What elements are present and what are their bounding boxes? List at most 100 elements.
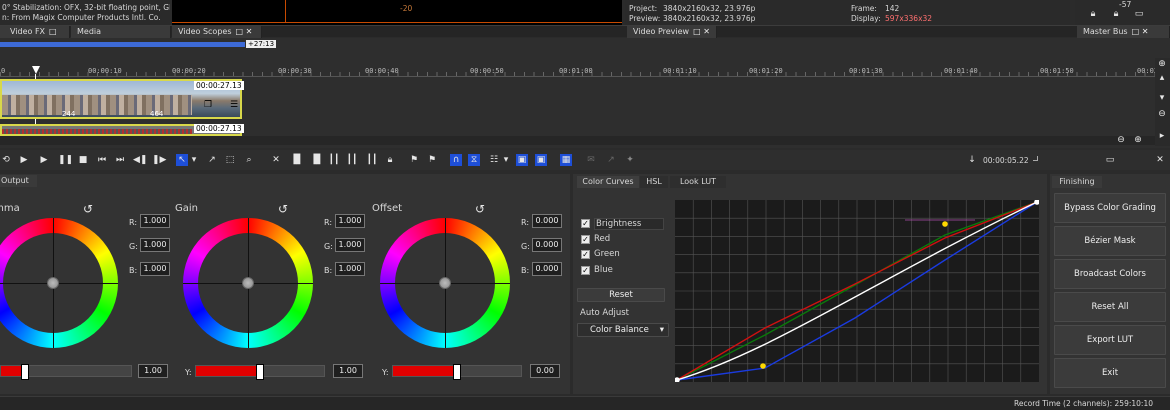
crop-icon[interactable]: ❐: [202, 99, 214, 111]
channel-checkbox[interactable]: ✓: [581, 234, 590, 244]
b-value-field[interactable]: 1.000: [335, 262, 365, 276]
y-value-field[interactable]: 0.00: [530, 364, 560, 378]
normal-edit-tool-icon[interactable]: ↖: [176, 154, 188, 166]
go-to-end-icon[interactable]: ⏭︎: [114, 154, 126, 166]
tab-video-scopes[interactable]: Video Scopes □ ✕: [172, 26, 262, 38]
g-value-field[interactable]: 0.000: [532, 238, 562, 252]
bypass-color-grading-button[interactable]: Bypass Color Grading: [1054, 193, 1166, 223]
close-icon[interactable]: □ ✕: [693, 27, 710, 36]
play-from-start-icon[interactable]: ▶: [18, 154, 30, 166]
slider-thumb[interactable]: [21, 364, 29, 380]
channel-checkbox[interactable]: ✓: [581, 219, 590, 228]
zoom-in-icon[interactable]: ⊕: [1156, 58, 1168, 70]
reset-icon[interactable]: ↺: [277, 203, 289, 215]
marker-icon[interactable]: ⚑: [408, 154, 420, 166]
channel-checkbox[interactable]: ✓: [581, 265, 590, 275]
selection-tool-icon[interactable]: ⬚: [224, 154, 236, 166]
cursor-time[interactable]: 00:00:05.22: [983, 156, 1029, 165]
wheel-knob[interactable]: [47, 277, 59, 289]
wheel-knob[interactable]: [439, 277, 451, 289]
auto-ripple-icon[interactable]: ▦: [560, 154, 572, 166]
b-value-field[interactable]: 1.000: [140, 262, 170, 276]
slider-thumb[interactable]: [256, 364, 264, 380]
envelope-icon[interactable]: ✉: [585, 154, 597, 166]
auto-adjust-dropdown[interactable]: Color Balance ▾: [577, 323, 669, 337]
zoom-in-icon[interactable]: ⊕: [1132, 134, 1144, 146]
vertical-scrollbar[interactable]: ⊕ ▴ ▾ ⊖ ▸: [1155, 58, 1170, 146]
channel-checkbox[interactable]: ✓: [581, 250, 590, 259]
close-icon[interactable]: ✕: [1154, 154, 1166, 166]
exit-button[interactable]: Exit: [1054, 358, 1166, 388]
slider-thumb[interactable]: [453, 364, 461, 380]
tab-media-generators[interactable]: Media Generators▸: [71, 26, 171, 47]
event-lock-icon[interactable]: ┃┃: [366, 154, 378, 166]
zoom-tool-icon[interactable]: ⌕: [243, 154, 255, 166]
tab-video-fx[interactable]: Video FX□ ✕: [0, 26, 70, 47]
zoom-out-icon[interactable]: ⊖: [1156, 108, 1168, 120]
close-icon[interactable]: □ ✕: [236, 27, 253, 36]
trim-end-icon[interactable]: ▐▌: [310, 154, 324, 166]
reset-icon[interactable]: ↺: [474, 203, 486, 215]
tab-hsl[interactable]: HSL: [640, 176, 668, 188]
luminance-slider[interactable]: [195, 364, 325, 380]
audio-clip[interactable]: 00:00:27.13: [0, 124, 244, 136]
b-zier-mask-button[interactable]: Bézier Mask: [1054, 226, 1166, 256]
b-value-field[interactable]: 0.000: [532, 262, 562, 276]
tab-finishing[interactable]: Finishing: [1052, 176, 1102, 188]
g-value-field[interactable]: 1.000: [140, 238, 170, 252]
split-icon[interactable]: ┃┃: [328, 154, 340, 166]
broadcast-colors-button[interactable]: Broadcast Colors: [1054, 259, 1166, 289]
menu-icon[interactable]: ☰: [228, 99, 240, 111]
snapping-icon[interactable]: ∩: [450, 154, 462, 166]
lock-icon[interactable]: 🔒︎: [1110, 8, 1122, 20]
tab-master-bus[interactable]: Master Bus □ ✕: [1077, 26, 1170, 38]
curve-point[interactable]: [760, 363, 766, 369]
horizontal-scrollbar[interactable]: ⊖ ⊕: [0, 134, 1155, 146]
wheel-knob[interactable]: [242, 277, 254, 289]
tab-color-curves[interactable]: Color Curves: [577, 176, 639, 188]
go-to-start-icon[interactable]: ⏮︎: [96, 154, 108, 166]
ungroup-icon[interactable]: ▣: [535, 154, 547, 166]
arrow-up-icon[interactable]: ▴: [1156, 72, 1168, 84]
loop-region-bar[interactable]: [0, 42, 245, 47]
pause-icon[interactable]: ❚❚: [58, 154, 73, 166]
luminance-slider[interactable]: [392, 364, 522, 380]
auto-crossfade-icon[interactable]: ⧖: [468, 154, 480, 166]
level-icon[interactable]: ▭: [1133, 8, 1145, 20]
y-value-field[interactable]: 1.00: [138, 364, 168, 378]
group-icon[interactable]: ▣: [516, 154, 528, 166]
ripple-edit-icon[interactable]: ☷: [488, 154, 500, 166]
lock-icon[interactable]: 🔒︎: [384, 154, 396, 166]
prev-frame-icon[interactable]: ◀❚: [133, 154, 147, 166]
reset-all-button[interactable]: Reset All: [1054, 292, 1166, 322]
close-icon[interactable]: □ ✕: [1132, 27, 1149, 36]
arrow-down-icon[interactable]: ▾: [1156, 92, 1168, 104]
nudge-icon[interactable]: ✦: [624, 154, 636, 166]
region-icon[interactable]: ⚑: [426, 154, 438, 166]
play-icon[interactable]: ▶: [38, 154, 50, 166]
curve-point[interactable]: [942, 221, 948, 227]
zoom-out-icon[interactable]: ⊖: [1115, 134, 1127, 146]
reset-icon[interactable]: ↺: [82, 203, 94, 215]
loop-icon[interactable]: ⟲: [0, 154, 12, 166]
video-clip[interactable]: 00:00:27.13 244 464 ❐ ☰: [0, 79, 244, 119]
cursor-lock-icon[interactable]: ↗: [605, 154, 617, 166]
r-value-field[interactable]: 0.000: [532, 214, 562, 228]
trim-start-icon[interactable]: ▐▌: [290, 154, 304, 166]
fullscreen-icon[interactable]: ▭: [1104, 154, 1116, 166]
g-value-field[interactable]: 1.000: [335, 238, 365, 252]
ripple-icon[interactable]: ┃┃: [346, 154, 358, 166]
tab-video-preview[interactable]: Video Preview □ ✕: [627, 26, 717, 38]
r-value-field[interactable]: 1.000: [140, 214, 170, 228]
tab-look-lut[interactable]: Look LUT: [670, 176, 726, 188]
next-frame-icon[interactable]: ❚▶: [152, 154, 166, 166]
export-lut-button[interactable]: Export LUT: [1054, 325, 1166, 355]
chevron-down-icon[interactable]: ▾: [190, 154, 198, 166]
envelope-tool-icon[interactable]: ↗: [206, 154, 218, 166]
lock-icon[interactable]: 🔒︎: [1087, 8, 1099, 20]
reset-button[interactable]: Reset: [577, 288, 665, 302]
y-value-field[interactable]: 1.00: [333, 364, 363, 378]
chevron-down-icon[interactable]: ▾: [502, 154, 510, 166]
luminance-slider[interactable]: [0, 364, 132, 380]
tab-output[interactable]: Output: [0, 175, 37, 187]
